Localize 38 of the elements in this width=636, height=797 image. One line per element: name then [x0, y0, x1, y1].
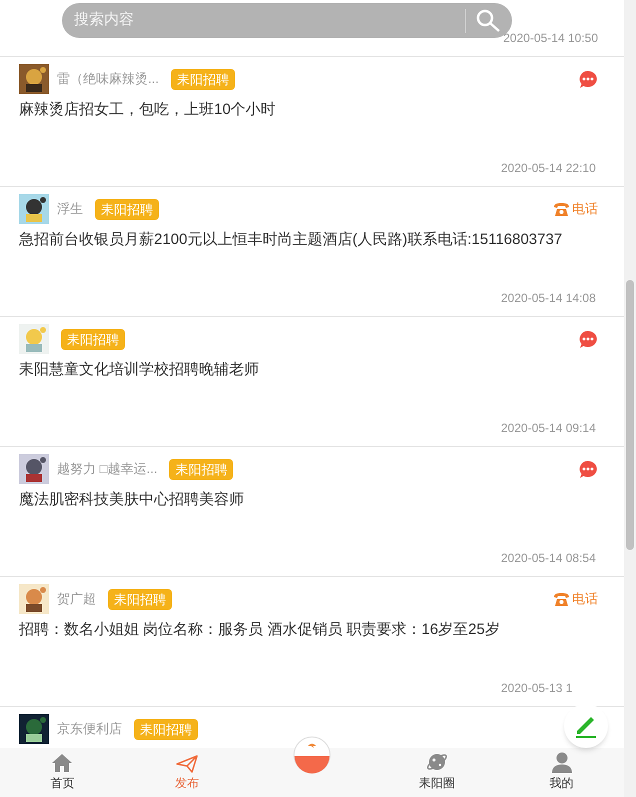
tab-item[interactable]: 我的 [499, 748, 624, 797]
post-text[interactable]: 魔法肌密科技美肤中心招聘美容师 [19, 489, 598, 511]
post-time: 2020-05-14 08:54 [501, 550, 597, 567]
post-text[interactable]: 急招前台收银员月薪2100元以上恒丰时尚主题酒店(人民路)联系电话:15116803737 [19, 229, 598, 251]
scrollbar-thumb[interactable] [626, 280, 634, 550]
home-icon [51, 753, 74, 773]
paper-plane-icon [176, 755, 198, 773]
phone-icon [553, 202, 570, 216]
post-text[interactable]: 招聘：数名小姐姐 岗位名称：服务员 酒水促销员 职责要求：16岁至25岁 [19, 619, 598, 641]
category-badge: 耒阳招聘 [134, 718, 198, 740]
post-time: 2020-05-14 09:14 [501, 420, 597, 437]
planet-icon [426, 751, 448, 773]
chat-icon[interactable] [578, 330, 598, 348]
search-input[interactable]: 搜索内容 [62, 9, 465, 32]
chat-icon[interactable] [578, 460, 598, 478]
category-badge: 耒阳招聘 [108, 588, 172, 610]
compose-button[interactable] [564, 704, 608, 748]
post-text[interactable]: 耒阳慧童文化培训学校招聘晚辅老师 [19, 359, 598, 381]
post-time: 2020-05-13 1 [501, 680, 574, 697]
search-icon[interactable] [476, 8, 502, 32]
phone-icon [553, 592, 570, 606]
chat-icon[interactable] [578, 70, 598, 88]
user-name: 越努力 □越幸运... [57, 460, 158, 478]
category-badge: 耒阳招聘 [95, 198, 159, 220]
post-time: 2020-05-14 14:08 [501, 290, 597, 307]
user-name: 贺广超 [57, 590, 96, 608]
post-time: 2020-05-14 22:10 [501, 160, 597, 177]
category-badge: 耒阳招聘 [61, 328, 125, 350]
post-text[interactable]: 麻辣烫店招女工，包吃，上班10个小时 [19, 99, 598, 121]
tab-item[interactable]: 耒阳圈 [374, 748, 500, 797]
category-badge: 耒阳招聘 [170, 68, 235, 90]
user-name: 京东便利店 [57, 720, 122, 738]
user-icon [552, 752, 572, 773]
user-name: 雷（绝味麻辣烫... [57, 70, 159, 88]
tab-item[interactable]: 首页 [0, 748, 125, 797]
category-badge: 耒阳招聘 [169, 458, 234, 480]
user-name: 浮生 [57, 200, 83, 218]
logo-icon[interactable] [292, 736, 331, 774]
